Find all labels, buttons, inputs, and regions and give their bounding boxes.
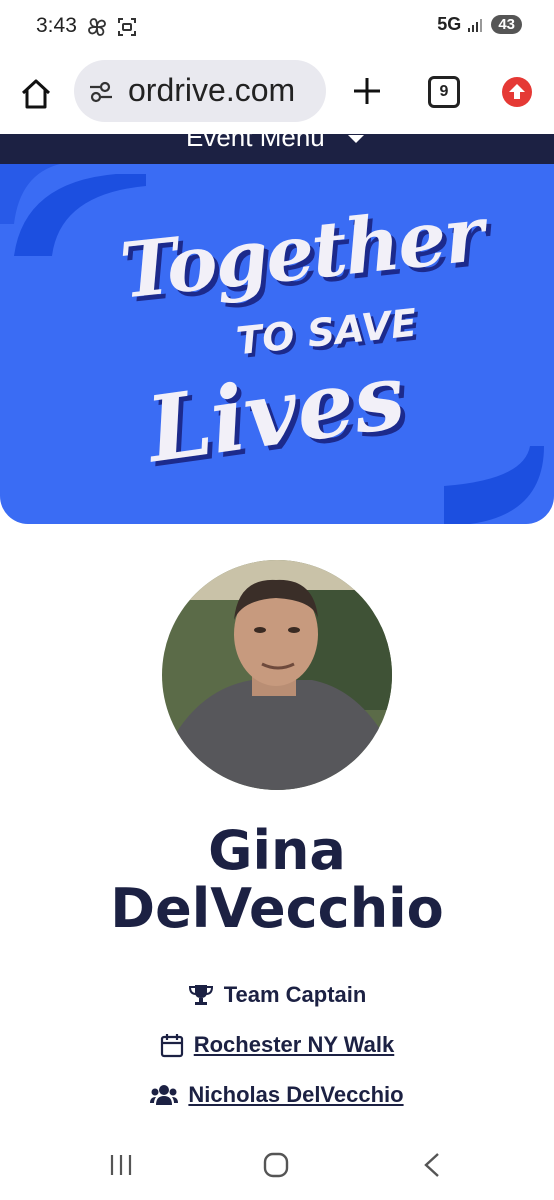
users-icon	[150, 1085, 179, 1105]
home-nav-icon[interactable]	[262, 1151, 290, 1179]
calendar-icon	[160, 1034, 183, 1058]
participant-name: Gina DelVecchio	[0, 822, 554, 938]
recent-apps-icon[interactable]	[108, 1152, 134, 1178]
arrow-up-icon	[509, 84, 525, 99]
signal-icon	[468, 18, 483, 32]
hero-banner: Together TO SAVE Lives	[0, 164, 554, 524]
tune-icon[interactable]	[88, 80, 114, 104]
system-nav-bar	[0, 1130, 554, 1200]
new-tab-button[interactable]	[350, 74, 384, 108]
network-label: 5G	[437, 14, 462, 34]
battery-level: 43	[491, 15, 522, 34]
status-right: 5G 43	[437, 14, 522, 35]
url-text[interactable]: ordrive.com	[128, 72, 295, 109]
status-bar: 3:43 5G 43	[0, 0, 554, 56]
home-icon	[21, 79, 51, 109]
chevron-down-icon	[348, 135, 364, 143]
profile-photo	[162, 560, 392, 790]
team-link[interactable]: Nicholas DelVecchio	[188, 1082, 403, 1108]
participant-first-name: Gina	[208, 819, 346, 882]
event-row: Rochester NY Walk	[0, 1032, 554, 1058]
event-menu-toggle[interactable]: Event Menu	[0, 134, 554, 164]
home-button[interactable]	[18, 76, 54, 112]
pinwheel-icon	[88, 18, 106, 36]
address-bar[interactable]: ordrive.com	[74, 60, 326, 122]
event-link[interactable]: Rochester NY Walk	[194, 1032, 395, 1058]
status-time: 3:43	[36, 14, 77, 37]
role-row: Team Captain	[0, 982, 554, 1008]
update-button[interactable]	[502, 77, 532, 107]
status-notification-icons	[86, 16, 138, 38]
plus-icon	[354, 78, 380, 104]
browser-toolbar: ordrive.com 9	[0, 56, 554, 134]
event-menu-label: Event Menu	[186, 134, 325, 152]
back-icon[interactable]	[420, 1151, 444, 1179]
trophy-icon	[188, 985, 213, 1005]
screenshot-icon	[118, 18, 136, 36]
tab-switcher-button[interactable]: 9	[428, 76, 460, 108]
team-row: Nicholas DelVecchio	[0, 1082, 554, 1108]
participant-last-name: DelVecchio	[110, 877, 444, 940]
role-label: Team Captain	[223, 982, 367, 1007]
avatar	[162, 560, 392, 790]
